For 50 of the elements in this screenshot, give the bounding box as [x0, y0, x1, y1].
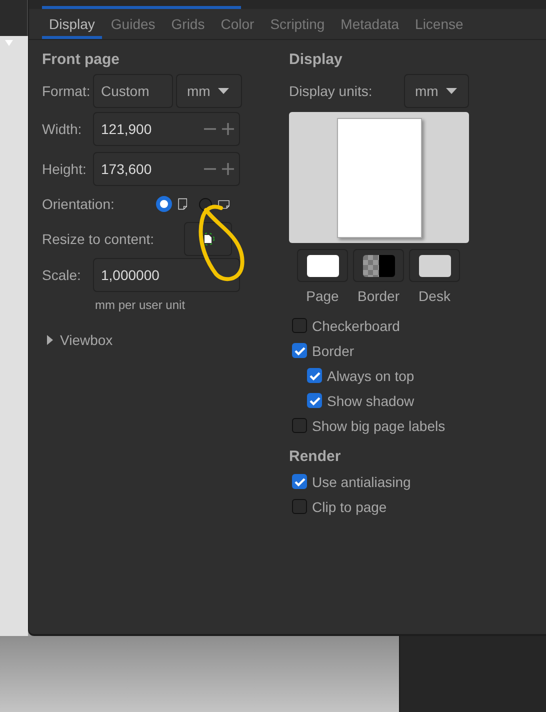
checkbox[interactable]: Show big page labels [289, 413, 446, 438]
tab[interactable]: Display [42, 9, 102, 39]
unit-dropdown[interactable]: mm [176, 74, 242, 108]
resize-label: Resize to content: [42, 231, 156, 247]
check-icon [308, 396, 320, 406]
height-label: Height: [42, 161, 88, 177]
check-icon [294, 346, 306, 356]
caret-icon [446, 88, 458, 94]
scale-unit-hint: mm per user unit [95, 298, 186, 314]
scale-label: Scale: [42, 267, 82, 283]
resize-button[interactable] [184, 222, 232, 256]
plus-icon[interactable] [221, 122, 235, 136]
tab[interactable]: Color [214, 9, 262, 39]
tab[interactable]: License [408, 9, 470, 39]
tab[interactable]: Metadata [334, 9, 406, 39]
tab[interactable]: Scripting [263, 9, 332, 39]
format-dropdown[interactable]: Custom [93, 74, 173, 108]
section-heading: Render [289, 447, 342, 467]
width-field[interactable]: 121,900 [93, 112, 240, 146]
swatch-label: Page [306, 288, 339, 304]
format-label: Format: [42, 83, 92, 99]
checkbox[interactable]: Always on top [289, 363, 414, 388]
section-heading: Front page [42, 50, 120, 70]
width-label: Width: [42, 121, 83, 137]
viewbox-expander[interactable]: Viewbox [47, 332, 113, 348]
checkbox[interactable]: Border [289, 338, 354, 363]
height-field[interactable]: 173,600 [93, 152, 240, 186]
radio-button[interactable] [156, 196, 172, 212]
color-swatch-button[interactable] [353, 249, 404, 282]
swatch-label: Desk [418, 288, 450, 304]
display-units-label: Display units: [289, 83, 374, 99]
section-heading: Display [289, 50, 344, 70]
swatch-label: Border [357, 288, 400, 304]
ruler-marker-icon [5, 40, 13, 47]
units-dropdown[interactable]: mm [404, 74, 469, 108]
expander-arrow-icon [47, 335, 54, 345]
plus-icon[interactable] [221, 162, 235, 176]
color-swatch-button[interactable] [409, 249, 460, 282]
color-swatch-button[interactable] [297, 249, 348, 282]
checkbox[interactable]: Clip to page [289, 494, 387, 519]
checkbox[interactable]: Show shadow [289, 388, 414, 413]
orientation-label: Orientation: [42, 196, 116, 212]
tab[interactable]: Guides [104, 9, 162, 39]
check-icon [294, 476, 306, 486]
caret-icon [218, 88, 230, 94]
checkbox[interactable]: Checkerboard [289, 313, 400, 338]
scale-field[interactable]: 1,000000 [93, 258, 240, 292]
tab[interactable]: Grids [164, 9, 212, 39]
check-icon [308, 370, 320, 380]
checkbox[interactable]: Use antialiasing [289, 469, 411, 494]
